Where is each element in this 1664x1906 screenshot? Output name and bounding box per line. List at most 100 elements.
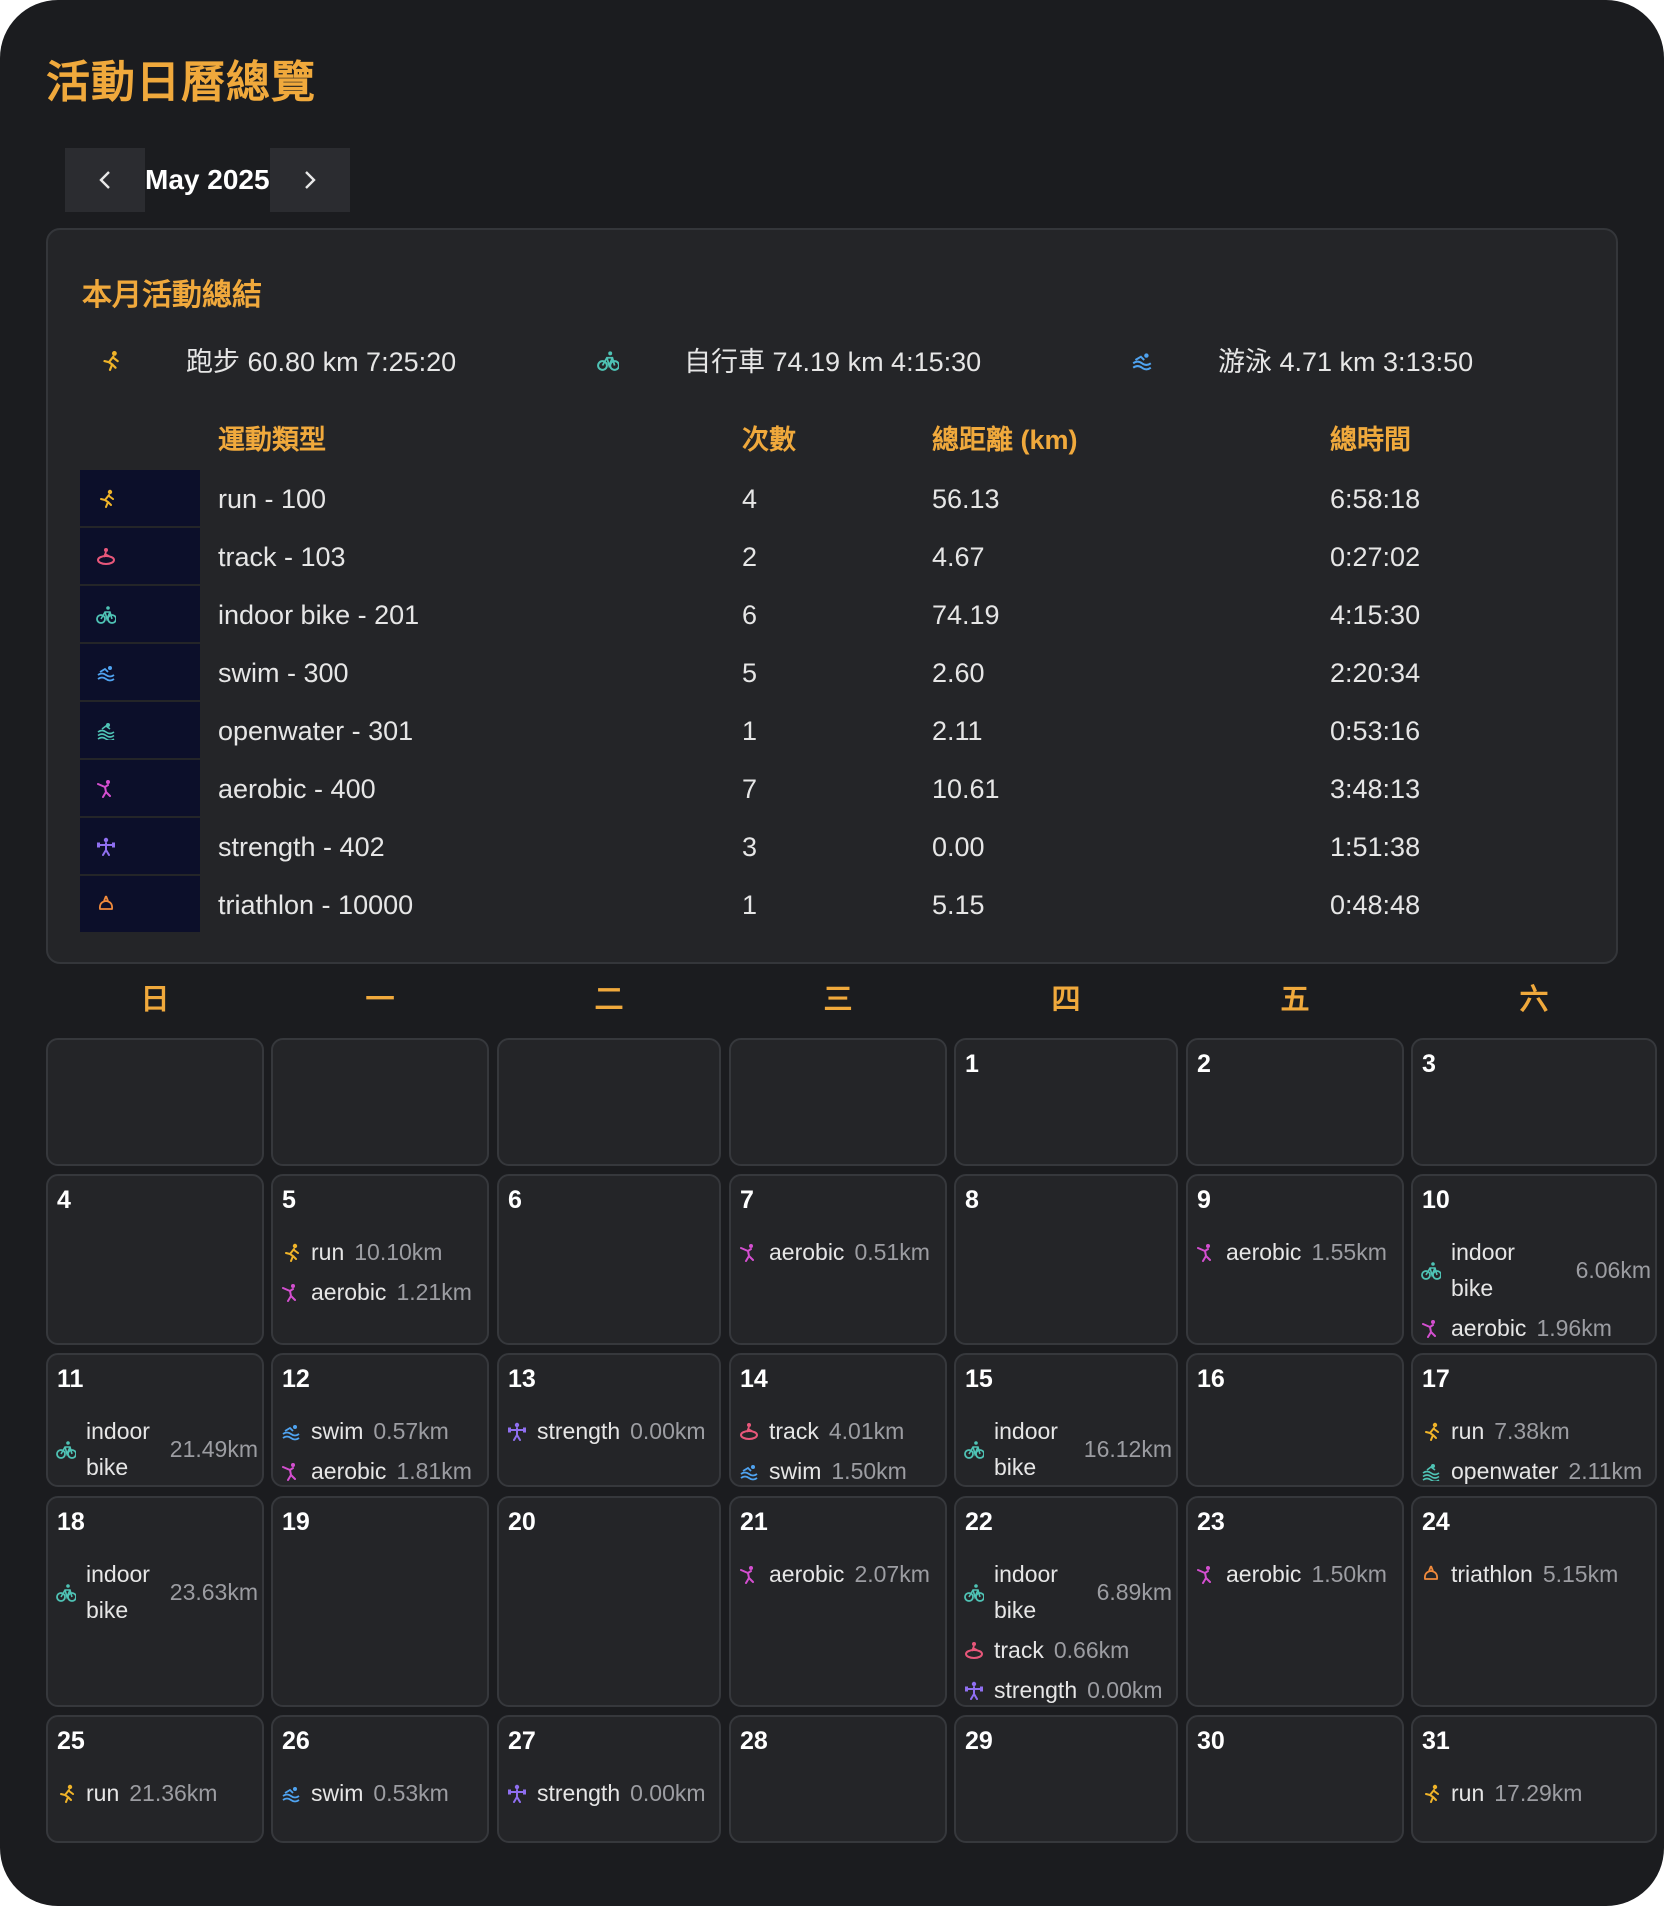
- day-number: 25: [57, 1727, 85, 1755]
- calendar-day[interactable]: 10 indoor bike 6.06km aerobic 1.96km: [1411, 1174, 1657, 1345]
- weekday-header: 一: [365, 984, 395, 1016]
- bike-icon: [96, 604, 116, 624]
- calendar-day[interactable]: 4: [46, 1174, 264, 1345]
- activity-name: strength: [537, 1780, 621, 1806]
- activity-entry[interactable]: aerobic 0.51km: [739, 1234, 941, 1270]
- run-icon: [281, 1242, 301, 1262]
- activity-name: swim: [311, 1780, 364, 1806]
- calendar-day[interactable]: 21 aerobic 2.07km: [729, 1496, 947, 1707]
- activity-entry[interactable]: run 10.10km: [281, 1234, 483, 1270]
- day-number: 18: [57, 1508, 85, 1536]
- month-label: May 2025: [145, 164, 270, 195]
- prev-month-button[interactable]: [65, 148, 145, 212]
- activity-entry[interactable]: strength 0.00km: [507, 1775, 715, 1811]
- day-number: 30: [1197, 1727, 1225, 1755]
- activity-entry[interactable]: aerobic 1.50km: [1196, 1556, 1398, 1592]
- swim-icon: [96, 662, 116, 682]
- calendar-day[interactable]: 24 triathlon 5.15km: [1411, 1496, 1657, 1707]
- row-type: track - 103: [218, 542, 346, 572]
- calendar-day[interactable]: 29: [954, 1715, 1178, 1843]
- header-distance: 總距離 (km): [932, 425, 1078, 455]
- activity-entry[interactable]: swim 0.53km: [281, 1775, 483, 1811]
- calendar-day[interactable]: 20: [497, 1496, 721, 1707]
- day-number: 13: [508, 1365, 536, 1393]
- row-time: 3:48:13: [1330, 774, 1421, 804]
- next-month-button[interactable]: [269, 148, 350, 212]
- calendar-day[interactable]: 22 indoor bike 6.89km track 0.66km stren…: [954, 1496, 1178, 1707]
- strength-icon: [96, 836, 116, 856]
- strength-icon: [507, 1421, 527, 1441]
- activity-entry[interactable]: aerobic 1.96km: [1421, 1310, 1651, 1346]
- weekday-header: 二: [594, 984, 624, 1016]
- activity-distance: 23.63km: [169, 1578, 258, 1605]
- calendar-day[interactable]: 17 run 7.38km openwater 2.11km: [1411, 1353, 1657, 1487]
- row-time: 6:58:18: [1330, 484, 1421, 514]
- calendar-day[interactable]: 18 indoor bike 23.63km: [46, 1496, 264, 1707]
- activity-entry[interactable]: indoor bike 23.63km: [56, 1556, 258, 1628]
- calendar-day[interactable]: 8: [954, 1174, 1178, 1345]
- day-number: 20: [508, 1508, 536, 1536]
- calendar-day[interactable]: 1: [954, 1038, 1178, 1166]
- calendar-day[interactable]: 13 strength 0.00km: [497, 1353, 721, 1487]
- activity-entry[interactable]: run 21.36km: [56, 1775, 258, 1811]
- activity-distance: 0.00km: [1087, 1676, 1163, 1703]
- aerobic-icon: [739, 1242, 759, 1262]
- calendar-day[interactable]: 12 swim 0.57km aerobic 1.81km: [271, 1353, 489, 1487]
- activity-distance: 1.50km: [831, 1457, 907, 1484]
- activity-entry[interactable]: indoor bike 21.49km: [56, 1413, 258, 1485]
- row-time: 0:48:48: [1330, 890, 1421, 920]
- aerobic-icon: [1196, 1564, 1216, 1584]
- activity-distance: 2.11km: [1568, 1457, 1643, 1484]
- activity-entry[interactable]: aerobic 1.21km: [281, 1274, 483, 1310]
- row-distance: 5.15: [932, 890, 985, 920]
- activity-entry[interactable]: track 0.66km: [964, 1632, 1172, 1668]
- calendar-day[interactable]: 28: [729, 1715, 947, 1843]
- day-number: 9: [1197, 1186, 1211, 1214]
- summary-row: swim - 300 5 2.60 2:20:34: [80, 644, 1580, 702]
- activity-entry[interactable]: openwater 2.11km: [1421, 1453, 1651, 1489]
- calendar-day[interactable]: 5 run 10.10km aerobic 1.21km: [271, 1174, 489, 1345]
- type-swatch: [80, 644, 200, 700]
- activity-entry[interactable]: strength 0.00km: [964, 1672, 1172, 1708]
- activity-entry[interactable]: aerobic 1.55km: [1196, 1234, 1398, 1270]
- activity-entry[interactable]: swim 1.50km: [739, 1453, 941, 1489]
- day-number: 14: [740, 1365, 768, 1393]
- calendar-day[interactable]: 7 aerobic 0.51km: [729, 1174, 947, 1345]
- calendar-day[interactable]: 3: [1411, 1038, 1657, 1166]
- calendar-empty-cell: [271, 1038, 489, 1166]
- calendar-day[interactable]: 30: [1186, 1715, 1404, 1843]
- calendar-day[interactable]: 26 swim 0.53km: [271, 1715, 489, 1843]
- calendar-day[interactable]: 31 run 17.29km: [1411, 1715, 1657, 1843]
- calendar-day[interactable]: 25 run 21.36km: [46, 1715, 264, 1843]
- activity-entry[interactable]: aerobic 2.07km: [739, 1556, 941, 1592]
- calendar-day[interactable]: 16: [1186, 1353, 1404, 1487]
- activity-entry[interactable]: run 17.29km: [1421, 1775, 1651, 1811]
- total-swim: 游泳 4.71 km 3:13:50: [1130, 340, 1473, 379]
- aerobic-icon: [1196, 1242, 1216, 1262]
- calendar-day[interactable]: 15 indoor bike 16.12km: [954, 1353, 1178, 1487]
- calendar-day[interactable]: 2: [1186, 1038, 1404, 1166]
- activity-entry[interactable]: indoor bike 6.89km: [964, 1556, 1172, 1628]
- activity-entry[interactable]: indoor bike 6.06km: [1421, 1234, 1651, 1306]
- calendar-day[interactable]: 6: [497, 1174, 721, 1345]
- calendar-day[interactable]: 14 track 4.01km swim 1.50km: [729, 1353, 947, 1487]
- calendar-day[interactable]: 23 aerobic 1.50km: [1186, 1496, 1404, 1707]
- activity-name: run: [86, 1780, 120, 1806]
- activity-entry[interactable]: run 7.38km: [1421, 1413, 1651, 1449]
- activity-entry[interactable]: swim 0.57km: [281, 1413, 483, 1449]
- calendar-day[interactable]: 19: [271, 1496, 489, 1707]
- calendar-day[interactable]: 27 strength 0.00km: [497, 1715, 721, 1843]
- calendar-day[interactable]: 11 indoor bike 21.49km: [46, 1353, 264, 1487]
- activity-entry[interactable]: strength 0.00km: [507, 1413, 715, 1449]
- header-type: 運動類型: [218, 425, 326, 455]
- row-distance: 74.19: [932, 600, 1000, 630]
- calendar-day[interactable]: 9 aerobic 1.55km: [1186, 1174, 1404, 1345]
- activity-entry[interactable]: indoor bike 16.12km: [964, 1413, 1172, 1485]
- activity-entry[interactable]: triathlon 5.15km: [1421, 1556, 1651, 1592]
- activity-distance: 16.12km: [1083, 1435, 1172, 1462]
- activity-entry[interactable]: track 4.01km: [739, 1413, 941, 1449]
- activity-name: strength: [537, 1418, 621, 1444]
- row-count: 1: [742, 890, 758, 920]
- swim-icon: [739, 1461, 759, 1481]
- activity-entry[interactable]: aerobic 1.81km: [281, 1453, 483, 1489]
